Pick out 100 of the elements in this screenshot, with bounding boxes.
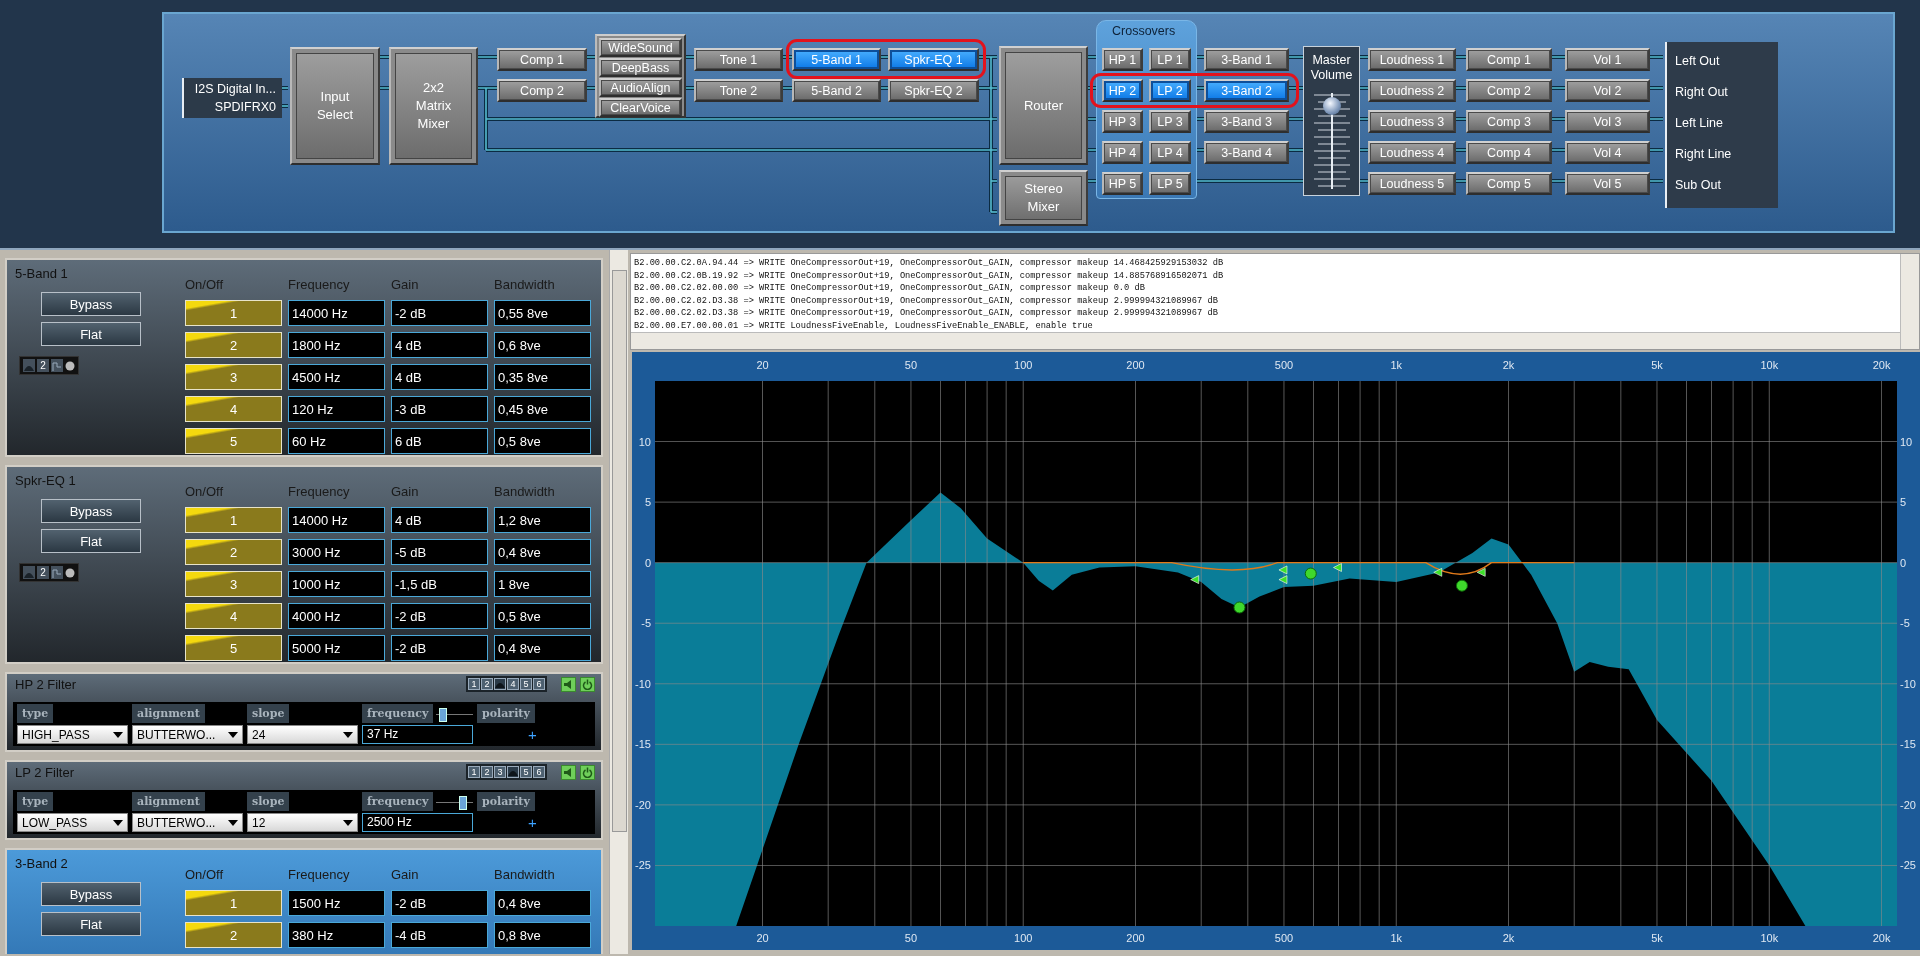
dropdown[interactable]: LOW_PASS: [17, 813, 128, 832]
gain-field[interactable]: -1,5 dB: [391, 571, 488, 597]
gain-field[interactable]: 4 dB: [391, 364, 488, 390]
frequency-field[interactable]: 60 Hz: [288, 428, 385, 454]
input-field[interactable]: 2500 Hz: [362, 813, 473, 832]
gain-field[interactable]: -5 dB: [391, 539, 488, 565]
slot-button[interactable]: 2: [481, 766, 493, 778]
bandwidth-field[interactable]: 0,5 8ve: [494, 603, 591, 629]
frequency-slider[interactable]: [436, 707, 473, 720]
frequency-field[interactable]: 1500 Hz: [288, 890, 385, 916]
speaker-icon[interactable]: [561, 765, 576, 780]
band-toggle[interactable]: 5: [185, 635, 282, 661]
three-band-block[interactable]: 3-Band 2: [1204, 79, 1289, 102]
dropdown[interactable]: 24: [247, 725, 358, 744]
band-toggle[interactable]: 1: [185, 507, 282, 533]
tone-block[interactable]: Tone 1: [694, 48, 783, 71]
polarity-toggle[interactable]: +: [528, 725, 537, 744]
polarity-toggle[interactable]: +: [528, 813, 537, 832]
dropdown[interactable]: HIGH_PASS: [17, 725, 128, 744]
frequency-field[interactable]: 120 Hz: [288, 396, 385, 422]
slot-button[interactable]: 5: [520, 678, 532, 690]
speaker-eq-block[interactable]: Spkr-EQ 2: [888, 79, 979, 102]
flat-button[interactable]: Flat: [41, 912, 141, 936]
volume-block[interactable]: Vol 4: [1565, 141, 1650, 164]
effect-block[interactable]: ClearVoice: [599, 98, 682, 117]
bandwidth-field[interactable]: 0,55 8ve: [494, 300, 591, 326]
bandwidth-field[interactable]: 0,5 8ve: [494, 428, 591, 454]
dropdown[interactable]: 12: [247, 813, 358, 832]
slot-button[interactable]: 6: [533, 766, 545, 778]
gain-field[interactable]: -2 dB: [391, 890, 488, 916]
compressor-block[interactable]: Comp 2: [1466, 79, 1552, 102]
bypass-button[interactable]: Bypass: [41, 292, 141, 316]
band-toggle[interactable]: 2: [185, 539, 282, 565]
band-toggle[interactable]: 1: [185, 890, 282, 916]
frequency-field[interactable]: 1800 Hz: [288, 332, 385, 358]
band-toggle[interactable]: 2: [185, 922, 282, 948]
high-pass-block[interactable]: HP 3: [1102, 110, 1143, 133]
slider-thumb[interactable]: [459, 795, 467, 810]
frequency-field[interactable]: 14000 Hz: [288, 300, 385, 326]
low-pass-block[interactable]: LP 5: [1149, 172, 1191, 195]
band-toggle[interactable]: 3: [185, 364, 282, 390]
frequency-field[interactable]: 5000 Hz: [288, 635, 385, 661]
loudness-block[interactable]: Loudness 4: [1368, 141, 1456, 164]
frequency-field[interactable]: 1000 Hz: [288, 571, 385, 597]
low-pass-block[interactable]: LP 1: [1149, 48, 1191, 71]
volume-block[interactable]: Vol 3: [1565, 110, 1650, 133]
frequency-field[interactable]: 14000 Hz: [288, 507, 385, 533]
bandwidth-field[interactable]: 0,4 8ve: [494, 635, 591, 661]
gain-field[interactable]: -3 dB: [391, 396, 488, 422]
band-toggle[interactable]: 1: [185, 300, 282, 326]
bandwidth-field[interactable]: 0,45 8ve: [494, 396, 591, 422]
bypass-button[interactable]: Bypass: [41, 882, 141, 906]
stereo-mixer-block[interactable]: Stereo Mixer: [999, 170, 1088, 226]
gain-field[interactable]: 6 dB: [391, 428, 488, 454]
slot-button[interactable]: 1: [468, 766, 480, 778]
compressor-block[interactable]: Comp 1: [1466, 48, 1552, 71]
bandwidth-field[interactable]: 1,2 8ve: [494, 507, 591, 533]
gain-field[interactable]: -2 dB: [391, 635, 488, 661]
volume-block[interactable]: Vol 2: [1565, 79, 1650, 102]
effect-block[interactable]: WideSound: [599, 38, 682, 57]
eq-block[interactable]: 5-Band 1: [792, 48, 881, 71]
compressor-block[interactable]: Comp 1: [497, 48, 587, 71]
slider-thumb[interactable]: [439, 707, 448, 722]
loudness-block[interactable]: Loudness 2: [1368, 79, 1456, 102]
frequency-field[interactable]: 380 Hz: [288, 922, 385, 948]
compressor-block[interactable]: Comp 3: [1466, 110, 1552, 133]
compressor-block[interactable]: Comp 4: [1466, 141, 1552, 164]
slot-button[interactable]: [507, 766, 519, 778]
bandwidth-field[interactable]: 0,6 8ve: [494, 332, 591, 358]
gain-field[interactable]: 4 dB: [391, 507, 488, 533]
loudness-block[interactable]: Loudness 5: [1368, 172, 1456, 195]
frequency-slider[interactable]: [436, 795, 473, 808]
gain-field[interactable]: -4 dB: [391, 922, 488, 948]
band-toggle[interactable]: 4: [185, 603, 282, 629]
slot-button[interactable]: 4: [507, 678, 519, 690]
preset-selector[interactable]: 2: [19, 563, 79, 582]
power-icon[interactable]: [580, 765, 595, 780]
volume-block[interactable]: Vol 5: [1565, 172, 1650, 195]
bandwidth-field[interactable]: 0,4 8ve: [494, 539, 591, 565]
gain-field[interactable]: -2 dB: [391, 603, 488, 629]
compressor-block[interactable]: Comp 2: [497, 79, 587, 102]
bandwidth-field[interactable]: 0,35 8ve: [494, 364, 591, 390]
bypass-button[interactable]: Bypass: [41, 499, 141, 523]
scrollbar[interactable]: [631, 332, 1901, 349]
bandwidth-field[interactable]: 1 8ve: [494, 571, 591, 597]
gain-field[interactable]: 4 dB: [391, 332, 488, 358]
band-toggle[interactable]: 5: [185, 428, 282, 454]
flat-button[interactable]: Flat: [41, 322, 141, 346]
volume-slider-thumb[interactable]: [1322, 97, 1341, 115]
scrollbar[interactable]: [609, 250, 628, 954]
slot-button[interactable]: 1: [468, 678, 480, 690]
preset-selector[interactable]: 2: [19, 356, 79, 375]
three-band-block[interactable]: 3-Band 1: [1204, 48, 1289, 71]
slot-button[interactable]: [494, 678, 506, 690]
dropdown[interactable]: BUTTERWO...: [132, 813, 243, 832]
slot-button[interactable]: 5: [520, 766, 532, 778]
slot-button[interactable]: 6: [533, 678, 545, 690]
compressor-block[interactable]: Comp 5: [1466, 172, 1552, 195]
three-band-block[interactable]: 3-Band 4: [1204, 141, 1289, 164]
band-toggle[interactable]: 4: [185, 396, 282, 422]
